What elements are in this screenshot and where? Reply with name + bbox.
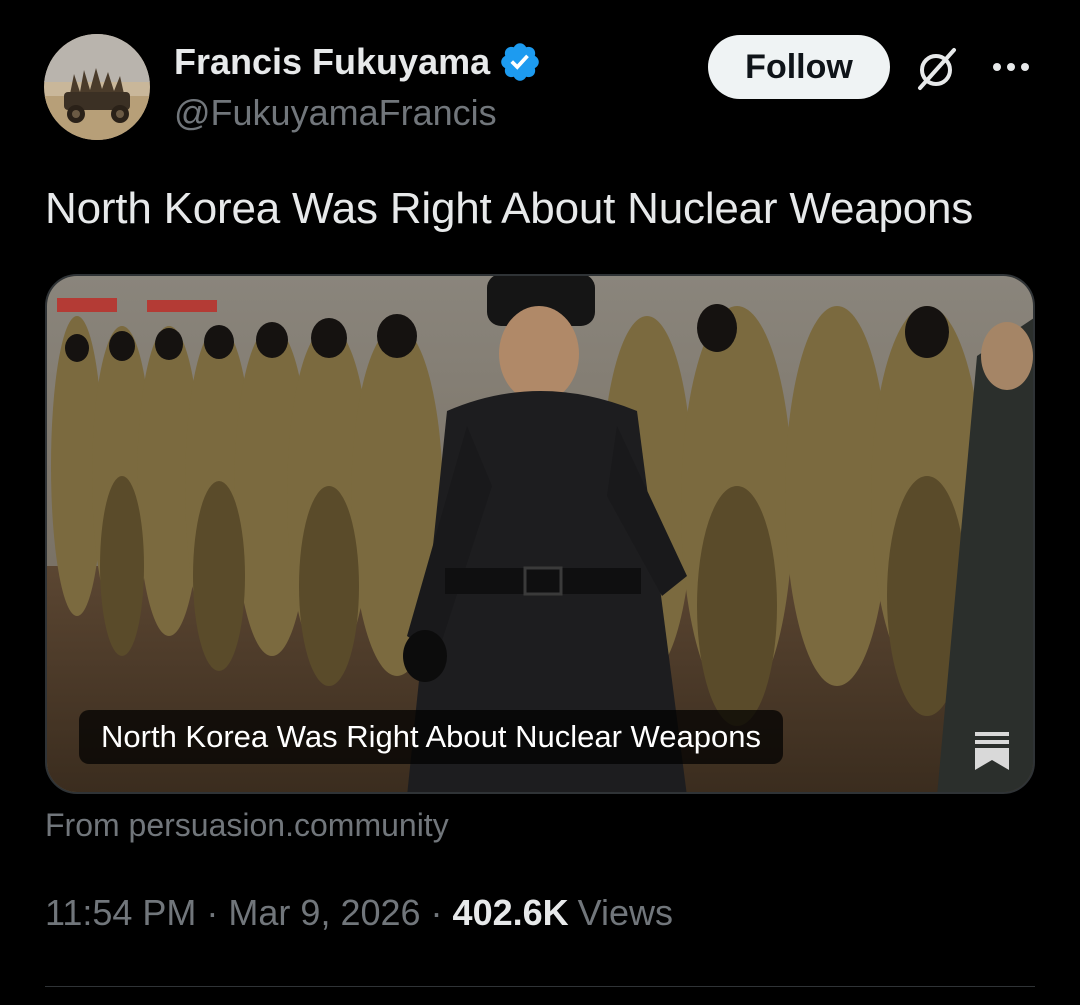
link-preview-card[interactable]: North Korea Was Right About Nuclear Weap… — [45, 274, 1035, 794]
views-label: Views — [577, 892, 674, 933]
more-horizontal-icon[interactable] — [990, 52, 1034, 82]
avatar[interactable] — [44, 34, 150, 140]
author-handle[interactable]: @FukuyamaFrancis — [174, 92, 497, 134]
avatar-image — [44, 34, 150, 140]
verified-badge-icon — [498, 40, 542, 84]
author-display-name[interactable]: Francis Fukuyama — [174, 41, 490, 83]
meta-separator: · — [206, 892, 219, 933]
tweet-text: North Korea Was Right About Nuclear Weap… — [45, 184, 974, 233]
card-title-overlay: North Korea Was Right About Nuclear Weap… — [79, 710, 783, 764]
meta-separator: · — [430, 892, 443, 933]
views-count: 402.6K — [452, 892, 569, 933]
follow-button[interactable]: Follow — [708, 35, 890, 99]
tweet-date[interactable]: Mar 9, 2026 — [228, 892, 420, 934]
card-source[interactable]: From persuasion.community — [45, 807, 449, 844]
grok-icon[interactable] — [912, 44, 962, 94]
author-name-row[interactable]: Francis Fukuyama — [174, 40, 542, 84]
tweet-meta: 11:54 PM · Mar 9, 2026 · 402.6K Views — [45, 892, 673, 934]
divider — [45, 986, 1035, 987]
substack-icon — [973, 730, 1011, 772]
tweet-time[interactable]: 11:54 PM — [45, 892, 196, 934]
